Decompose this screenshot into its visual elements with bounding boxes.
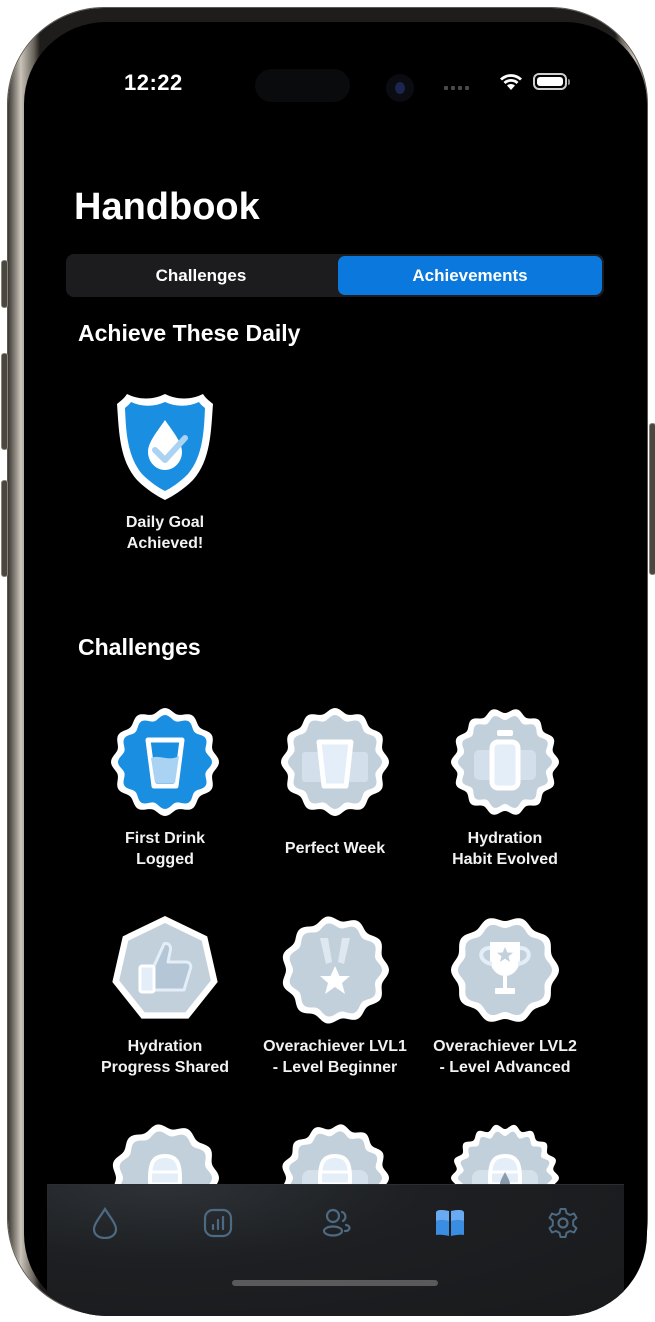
challenge-badge[interactable]: Hydration Habit Evolved bbox=[420, 706, 590, 870]
shield-water-drop-check-icon bbox=[117, 394, 213, 500]
screen: 12:22 Handbook Challenges Achievements A… bbox=[24, 22, 647, 1316]
badge-label: First Drink Logged bbox=[124, 830, 205, 868]
tab-achievements[interactable]: Achievements bbox=[338, 256, 602, 295]
thumbs-up-icon bbox=[112, 916, 218, 1019]
tab-handbook[interactable] bbox=[430, 1203, 470, 1243]
challenge-badge[interactable]: Overachiever LVL1- Level Beginner bbox=[250, 914, 420, 1078]
tab-social[interactable] bbox=[317, 1203, 357, 1243]
segmented-control: Challenges Achievements bbox=[66, 254, 604, 297]
section-title-challenges: Challenges bbox=[78, 634, 201, 660]
badge-label: Hydration Progress Shared bbox=[100, 1038, 230, 1076]
badge-label: Overachiever LVL1- Level Beginner bbox=[263, 1038, 407, 1076]
three-glasses-icon bbox=[281, 708, 389, 816]
badge-daily-goal[interactable]: Daily Goal Achieved! bbox=[80, 390, 250, 554]
water-glass-icon bbox=[111, 708, 219, 816]
bar-chart-icon bbox=[203, 1208, 233, 1238]
home-indicator[interactable] bbox=[232, 1280, 438, 1286]
challenge-badge[interactable]: Overachiever LVL2- Level Advanced bbox=[420, 914, 590, 1078]
water-drop-icon bbox=[92, 1207, 118, 1239]
trophy-star-icon bbox=[451, 918, 559, 1022]
wifi-icon bbox=[500, 74, 522, 90]
side-button bbox=[649, 423, 655, 575]
status-time: 12:22 bbox=[124, 70, 183, 95]
challenge-badge[interactable]: Perfect Week bbox=[250, 706, 420, 859]
cellular-signal-icon bbox=[444, 86, 469, 90]
phone-frame: 12:22 Handbook Challenges Achievements A… bbox=[1, 8, 655, 1316]
action-button bbox=[1, 260, 8, 308]
status-bar: 12:22 bbox=[24, 22, 647, 102]
people-icon bbox=[322, 1208, 351, 1237]
badge-label: Daily Goal Achieved! bbox=[125, 514, 205, 552]
volume-down-button bbox=[1, 480, 8, 577]
book-icon bbox=[436, 1209, 464, 1236]
volume-up-button bbox=[1, 353, 8, 450]
front-camera bbox=[386, 74, 414, 102]
section-title-daily: Achieve These Daily bbox=[78, 320, 301, 346]
tab-challenges[interactable]: Challenges bbox=[68, 256, 334, 295]
gear-icon bbox=[548, 1208, 578, 1238]
medal-star-icon bbox=[282, 916, 389, 1024]
badge-label: Overachiever LVL2- Level Advanced bbox=[433, 1038, 577, 1076]
challenge-badge[interactable]: First Drink Logged bbox=[80, 706, 250, 870]
page-title: Handbook bbox=[74, 186, 260, 228]
badge-label: Hydration Habit Evolved bbox=[452, 830, 558, 868]
badge-label: Perfect Week bbox=[284, 840, 386, 857]
tab-hydration[interactable] bbox=[85, 1203, 125, 1243]
tab-bar bbox=[47, 1184, 624, 1316]
three-bottles-icon bbox=[451, 709, 559, 815]
tab-settings[interactable] bbox=[543, 1203, 583, 1243]
dynamic-island bbox=[255, 69, 350, 102]
battery-icon bbox=[533, 73, 570, 90]
tab-statistics[interactable] bbox=[198, 1203, 238, 1243]
challenge-badge[interactable]: Hydration Progress Shared bbox=[80, 914, 250, 1078]
